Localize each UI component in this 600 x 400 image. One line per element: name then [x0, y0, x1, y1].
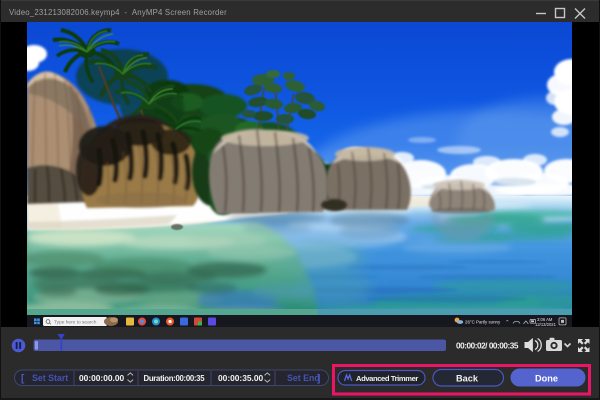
svg-text:Set End: Set End	[287, 373, 320, 383]
svg-text:Set Start: Set Start	[32, 373, 68, 383]
svg-text:00:00:35.00: 00:00:35.00	[218, 373, 264, 383]
svg-text:⌃: ⌃	[505, 320, 510, 326]
svg-text:Back: Back	[456, 373, 479, 383]
svg-text:00:00:02/ 00:00:35: 00:00:02/ 00:00:35	[456, 342, 519, 351]
svg-text:Type here to search: Type here to search	[54, 319, 97, 325]
svg-text:Duration:00:00:35: Duration:00:00:35	[144, 374, 206, 383]
svg-text:00:00:00.00: 00:00:00.00	[79, 373, 125, 383]
svg-text:Advanced Trimmer: Advanced Trimmer	[356, 374, 418, 383]
svg-text:Done: Done	[535, 373, 558, 383]
svg-text:]: ]	[317, 373, 320, 384]
svg-text:26°C Partly sunny: 26°C Partly sunny	[465, 319, 501, 324]
